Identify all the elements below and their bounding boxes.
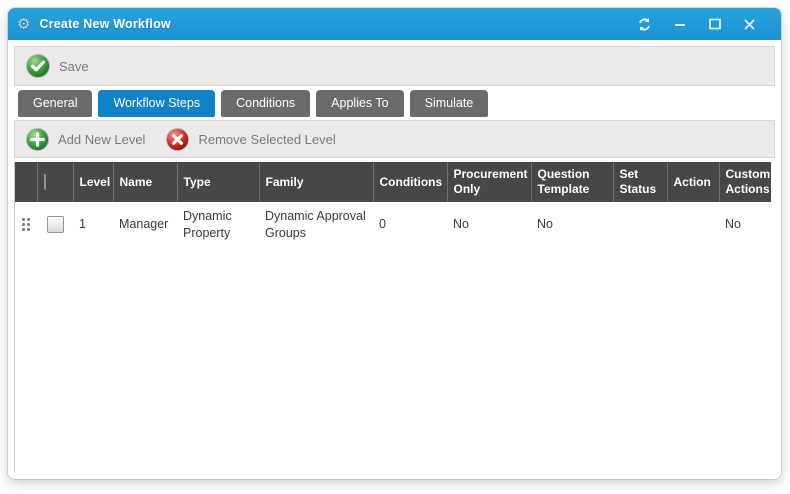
header-family[interactable]: Family (259, 162, 373, 202)
gear-icon: ⚙ (17, 17, 30, 32)
title-bar: ⚙ Create New Workflow (8, 8, 781, 40)
window-controls (637, 17, 757, 32)
tab-workflow-steps[interactable]: Workflow Steps (98, 90, 215, 117)
minimize-icon (673, 17, 687, 31)
save-button[interactable]: Save (25, 53, 89, 79)
cell-custom-actions: No (719, 202, 771, 247)
row-select-cell (37, 202, 73, 247)
remove-selected-level-label: Remove Selected Level (198, 132, 335, 147)
cell-level: 1 (73, 202, 113, 247)
remove-selected-level-button[interactable]: Remove Selected Level (165, 127, 335, 152)
close-icon (743, 18, 756, 31)
table-row[interactable]: 1 Manager Dynamic Property Dynamic Appro… (15, 202, 771, 247)
minimize-button[interactable] (672, 17, 687, 32)
refresh-icon (637, 17, 652, 32)
maximize-button[interactable] (707, 17, 722, 32)
dialog-content: Save General Workflow Steps Conditions A… (8, 40, 781, 479)
header-select-all (37, 162, 73, 202)
levels-table: Level Name Type Family Conditions Procur… (15, 162, 771, 247)
tab-bar: General Workflow Steps Conditions Applie… (14, 90, 775, 117)
save-toolbar: Save (14, 46, 775, 86)
tab-conditions[interactable]: Conditions (221, 90, 310, 117)
add-new-level-button[interactable]: Add New Level (25, 127, 145, 152)
header-level[interactable]: Level (73, 162, 113, 202)
cell-conditions: 0 (373, 202, 447, 247)
tab-applies-to[interactable]: Applies To (316, 90, 403, 117)
workflow-steps-grid: Level Name Type Family Conditions Procur… (14, 162, 775, 473)
remove-x-icon (165, 127, 190, 152)
add-new-level-label: Add New Level (58, 132, 145, 147)
header-question-template[interactable]: Question Template (531, 162, 613, 202)
window-title: Create New Workflow (39, 17, 637, 31)
drag-handle-icon[interactable] (22, 218, 30, 231)
level-toolbar: Add New Level Remove Selected Level (14, 120, 775, 158)
header-action[interactable]: Action (667, 162, 719, 202)
cell-family: Dynamic Approval Groups (259, 202, 373, 247)
header-type[interactable]: Type (177, 162, 259, 202)
row-checkbox[interactable] (47, 216, 64, 233)
cell-type: Dynamic Property (177, 202, 259, 247)
row-drag-cell (15, 202, 37, 247)
cell-name: Manager (113, 202, 177, 247)
header-set-status[interactable]: Set Status (613, 162, 667, 202)
table-header-row: Level Name Type Family Conditions Procur… (15, 162, 771, 202)
save-check-icon (25, 53, 51, 79)
cell-question-template: No (531, 202, 613, 247)
header-conditions[interactable]: Conditions (373, 162, 447, 202)
cell-action (667, 202, 719, 247)
cell-procurement-only: No (447, 202, 531, 247)
maximize-icon (708, 17, 722, 31)
header-name[interactable]: Name (113, 162, 177, 202)
select-all-checkbox[interactable] (44, 174, 46, 190)
tab-general[interactable]: General (18, 90, 92, 117)
refresh-button[interactable] (637, 17, 652, 32)
header-drag-column (15, 162, 37, 202)
header-custom-actions[interactable]: Custom Actions (719, 162, 771, 202)
dialog-window: ⚙ Create New Workflow (8, 8, 781, 479)
close-button[interactable] (742, 17, 757, 32)
save-button-label: Save (59, 59, 89, 74)
add-plus-icon (25, 127, 50, 152)
header-procurement-only[interactable]: Procurement Only (447, 162, 531, 202)
cell-set-status (613, 202, 667, 247)
tab-simulate[interactable]: Simulate (410, 90, 489, 117)
